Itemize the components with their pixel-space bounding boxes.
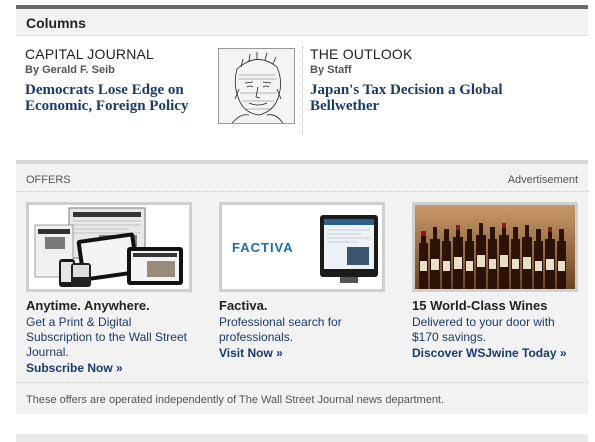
column-headline-link[interactable]: Democrats Lose Edge on Economic, Foreign…	[25, 82, 215, 114]
column-capital-journal: CAPITAL JOURNAL By Gerald F. Seib Democr…	[25, 46, 215, 114]
offer-title: Factiva.	[219, 298, 268, 313]
offer-title: Anytime. Anywhere.	[26, 298, 150, 313]
columns-title: Columns	[26, 15, 86, 31]
offers-panel: OFFERS Advertisement Anytime. Anywhere. …	[16, 160, 588, 414]
offer-desc-line: Subscription to the Wall Street	[26, 330, 187, 344]
headline-line[interactable]: Bellwether	[310, 98, 379, 114]
divider	[16, 382, 588, 383]
wines-promo-image[interactable]	[412, 202, 578, 292]
columns-section-header: Columns	[16, 5, 588, 36]
offer-description: Get a Print & Digital Subscription to th…	[26, 315, 194, 360]
offer-factiva: FACTIVA Factiva. Professional search for…	[219, 202, 387, 360]
advertisement-label: Advertisement	[507, 174, 578, 186]
headline-line[interactable]: Japan's Tax Decision a Global	[310, 82, 503, 98]
visit-now-link[interactable]: Visit Now »	[219, 346, 387, 360]
offer-subscription: Anytime. Anywhere. Get a Print & Digital…	[26, 202, 194, 375]
offer-description: Professional search for professionals.	[219, 315, 387, 345]
column-divider	[302, 46, 303, 134]
factiva-promo-image[interactable]: FACTIVA	[219, 202, 385, 292]
column-kicker: CAPITAL JOURNAL	[25, 46, 155, 62]
offer-description: Delivered to your door with $170 savings…	[412, 315, 580, 345]
offer-desc-line: Delivered to your door with	[412, 315, 555, 329]
columnist-portrait	[218, 48, 295, 124]
headline-line[interactable]: Economic, Foreign Policy	[25, 98, 188, 114]
offer-desc-line: Journal.	[26, 345, 69, 359]
offer-desc-line: $170 savings.	[412, 330, 487, 344]
offers-disclaimer: These offers are operated independently …	[26, 394, 445, 406]
column-byline: By Gerald F. Seib	[25, 64, 115, 76]
headline-line[interactable]: Democrats Lose Edge on	[25, 82, 184, 98]
column-the-outlook: THE OUTLOOK By Staff Japan's Tax Decisio…	[310, 46, 580, 114]
column-headline-link[interactable]: Japan's Tax Decision a Global Bellwether	[310, 82, 580, 114]
offer-desc-line: Get a Print & Digital	[26, 315, 132, 329]
offers-label: OFFERS	[26, 174, 71, 186]
next-section-bar	[16, 434, 588, 442]
devices-promo-image[interactable]	[26, 202, 192, 292]
column-kicker: THE OUTLOOK	[310, 46, 413, 62]
offer-wines: 15 World-Class Wines Delivered to your d…	[412, 202, 580, 360]
discover-wsjwine-link[interactable]: Discover WSJwine Today »	[412, 346, 580, 360]
divider	[16, 191, 588, 192]
offer-desc-line: Professional search for	[219, 315, 342, 329]
offer-title: 15 World-Class Wines	[412, 298, 548, 313]
factiva-logo: FACTIVA	[232, 240, 294, 255]
offer-desc-line: professionals.	[219, 330, 294, 344]
column-byline: By Staff	[310, 64, 352, 76]
subscribe-now-link[interactable]: Subscribe Now »	[26, 361, 194, 375]
